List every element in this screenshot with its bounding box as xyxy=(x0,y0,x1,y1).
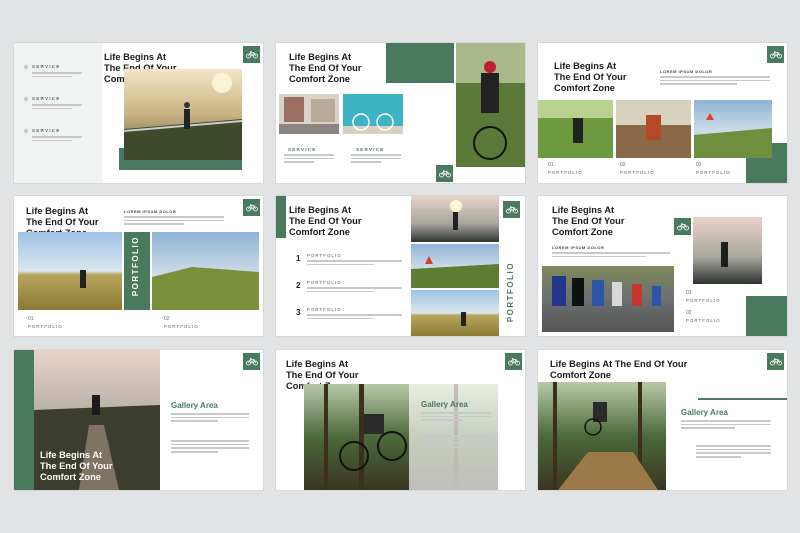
trail-photo xyxy=(538,100,613,158)
body-text xyxy=(284,154,334,165)
bicycle-icon xyxy=(674,218,691,235)
section-subtitle: LOREM IPSUM DOLOR xyxy=(660,69,713,74)
bicycle-wall-photo xyxy=(343,94,403,134)
body-text xyxy=(32,104,82,111)
sign-photo xyxy=(694,100,772,158)
portfolio-label: PORTFOLIO xyxy=(307,307,342,312)
item-number: 01 xyxy=(28,316,34,322)
slide-4[interactable]: Life Begins At The End Of Your Comfort Z… xyxy=(14,196,263,336)
hills-photo xyxy=(152,232,259,310)
street-photo xyxy=(279,94,339,134)
slide-6[interactable]: Life Begins At The End Of Your Comfort Z… xyxy=(538,196,787,336)
section-subtitle: LOREM IPSUM DOLOR xyxy=(124,209,177,214)
item-number: 01 xyxy=(548,162,554,168)
body-text xyxy=(351,154,401,165)
bullet xyxy=(24,65,28,69)
forest-jump-photo xyxy=(538,382,666,490)
portfolio-vertical-label: PORTFOLIO xyxy=(131,236,140,297)
road-cyclist-photo xyxy=(456,43,525,167)
slide-9[interactable]: Life Begins At The End Of Your Comfort Z… xyxy=(538,350,787,490)
body-text xyxy=(32,136,82,143)
item-number: 1 xyxy=(296,254,301,263)
portfolio-vertical-label: PORTFOLIO xyxy=(506,262,515,323)
gallery-heading: Gallery Area xyxy=(681,408,728,417)
bicycle-icon xyxy=(505,353,522,370)
gallery-heading: Gallery Area xyxy=(421,400,468,409)
body-text xyxy=(696,445,771,460)
item-number: 01 xyxy=(686,290,692,296)
portfolio-label: PORTFOLIO xyxy=(28,324,63,329)
slide-title: Life Begins At The End Of Your Comfort Z… xyxy=(550,359,688,380)
portfolio-label: PORTFOLIO xyxy=(307,280,342,285)
slide-title: Life Begins At The End Of Your Comfort Z… xyxy=(289,52,362,84)
portfolio-label: PORTFOLIO xyxy=(686,318,721,323)
body-text xyxy=(307,287,402,294)
cyclist-photo xyxy=(124,69,242,160)
item-number: 3 xyxy=(296,308,301,317)
bicycle-icon xyxy=(243,199,260,216)
portfolio-label: PORTFOLIO xyxy=(620,170,655,175)
body-text xyxy=(660,76,770,87)
slide-grid: SERVICE SERVICE SERVICE Life Begins At T… xyxy=(0,0,800,533)
slide-8[interactable]: Life Begins At The End Of Your Comfort Z… xyxy=(276,350,525,490)
section-subtitle: LOREM IPSUM DOLOR xyxy=(552,245,605,250)
slide-2[interactable]: Life Begins At The End Of Your Comfort Z… xyxy=(276,43,525,183)
peloton-photo xyxy=(542,266,674,332)
slide-7[interactable]: Life Begins At The End Of Your Comfort Z… xyxy=(14,350,263,490)
body-text xyxy=(171,440,249,455)
portfolio-label: PORTFOLIO xyxy=(307,253,342,258)
accent-line xyxy=(698,398,787,400)
slide-3[interactable]: Life Begins At The End Of Your Comfort Z… xyxy=(538,43,787,183)
downhill-photo xyxy=(616,100,691,158)
bicycle-icon xyxy=(767,353,784,370)
slide-title: Life Begins At The End Of Your Comfort Z… xyxy=(554,61,627,93)
bullet xyxy=(24,97,28,101)
portfolio-label: PORTFOLIO xyxy=(686,298,721,303)
countryside-photo xyxy=(411,244,499,288)
gallery-heading: Gallery Area xyxy=(171,401,218,410)
slide-1[interactable]: SERVICE SERVICE SERVICE Life Begins At T… xyxy=(14,43,263,183)
sunset-cyclist-photo xyxy=(693,217,762,284)
meadow-photo xyxy=(411,290,499,336)
accent-block xyxy=(276,196,286,238)
bicycle-icon xyxy=(243,46,260,63)
body-text xyxy=(681,420,771,431)
body-text xyxy=(421,435,491,450)
body-text xyxy=(421,412,491,423)
portfolio-label: PORTFOLIO xyxy=(164,324,199,329)
accent-block xyxy=(14,350,34,490)
slide-title: Life Begins At The End Of Your Comfort Z… xyxy=(40,450,113,482)
item-number: 03 xyxy=(696,162,702,168)
service-label: SERVICE xyxy=(32,128,61,133)
service-label: SERVICE xyxy=(288,147,317,152)
portfolio-label: PORTFOLIO xyxy=(548,170,583,175)
bicycle-icon xyxy=(243,353,260,370)
slide-5[interactable]: Life Begins At The End Of Your Comfort Z… xyxy=(276,196,525,336)
portfolio-label: PORTFOLIO xyxy=(696,170,731,175)
service-label: SERVICE xyxy=(356,147,385,152)
body-text xyxy=(307,260,402,267)
body-text xyxy=(124,216,224,227)
bicycle-icon xyxy=(503,201,520,218)
accent-block xyxy=(746,296,787,336)
body-text xyxy=(552,252,670,259)
item-number: 2 xyxy=(296,281,301,290)
item-number: 02 xyxy=(686,310,692,316)
field-photo xyxy=(18,232,122,310)
service-label: SERVICE xyxy=(32,96,61,101)
bicycle-icon xyxy=(767,46,784,63)
accent-block xyxy=(386,43,454,83)
slide-title: Life Begins At The End Of Your Comfort Z… xyxy=(289,205,362,237)
slide-title: Life Begins At The End Of Your Comfort Z… xyxy=(552,205,625,237)
body-text xyxy=(32,72,82,79)
bicycle-icon xyxy=(436,165,453,182)
bullet xyxy=(24,129,28,133)
service-label: SERVICE xyxy=(32,64,61,69)
body-text xyxy=(307,314,402,321)
body-text xyxy=(171,413,249,424)
item-number: 02 xyxy=(620,162,626,168)
sunrise-hike-photo xyxy=(411,196,499,242)
item-number: 02 xyxy=(164,316,170,322)
